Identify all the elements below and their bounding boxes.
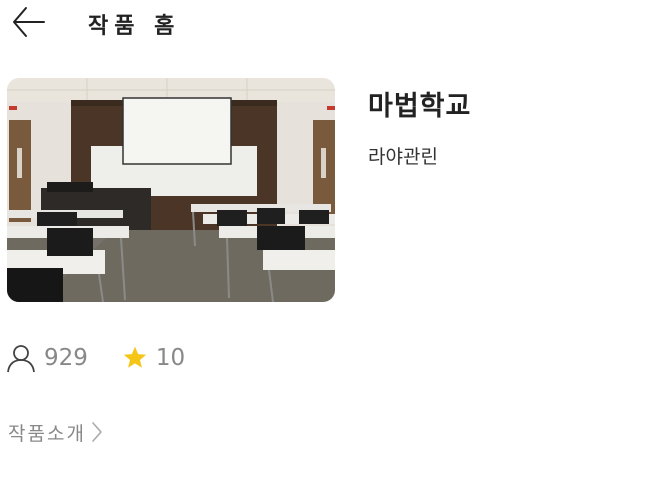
chevron-right-icon — [92, 422, 102, 442]
stars-count: 10 — [155, 345, 186, 371]
arrow-left-icon — [13, 7, 45, 37]
work-author[interactable]: 라야관린 — [368, 142, 438, 169]
readers-stat: 929 — [6, 343, 88, 373]
star-icon — [123, 346, 147, 368]
work-home-page: 작품 홈 마법학교 라야관린 929 10 작품소개 — [0, 0, 648, 486]
stats-row: 929 10 — [6, 340, 185, 376]
work-intro-link[interactable]: 작품소개 — [8, 418, 104, 446]
cover-image[interactable] — [7, 78, 335, 302]
page-title: 작품 홈 — [88, 14, 181, 39]
readers-count: 929 — [44, 345, 88, 371]
work-title: 마법학교 — [368, 91, 472, 122]
stars-stat: 10 — [122, 345, 185, 371]
work-intro-label: 작품소개 — [8, 422, 86, 445]
person-icon — [7, 345, 35, 373]
header-bar: 작품 홈 — [0, 0, 648, 48]
back-button[interactable] — [8, 4, 48, 40]
